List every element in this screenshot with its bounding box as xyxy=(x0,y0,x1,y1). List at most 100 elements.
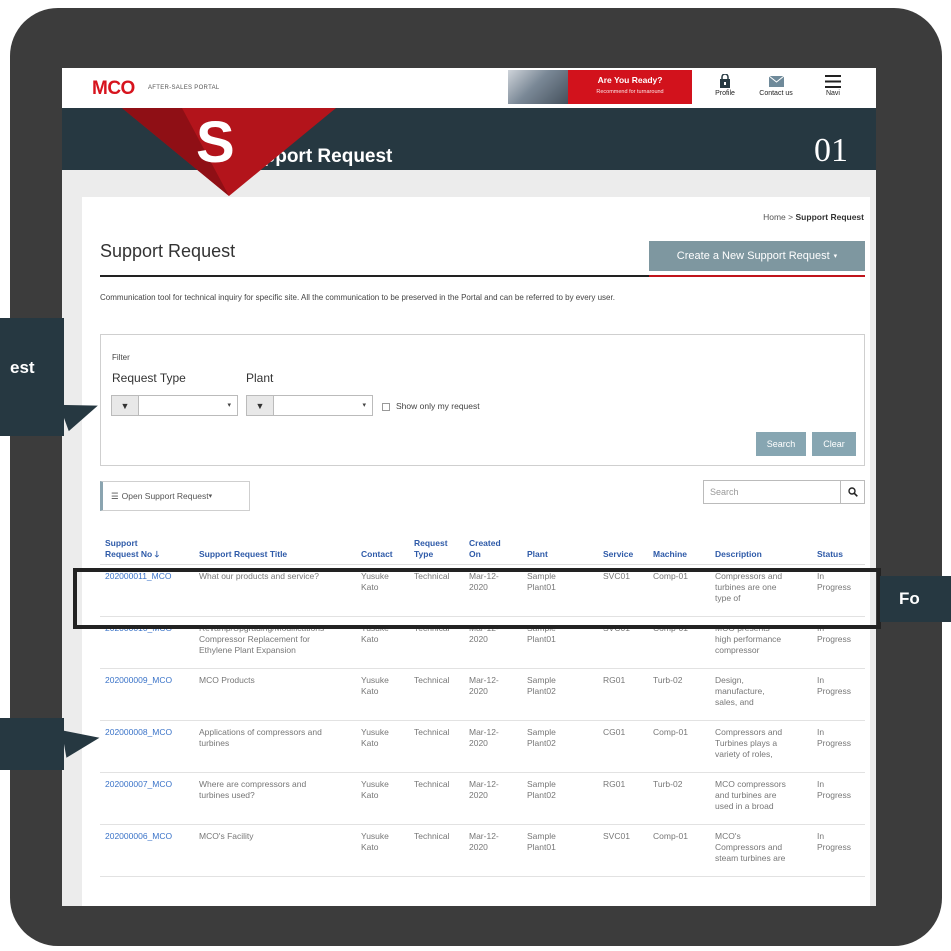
logo[interactable]: MCO xyxy=(92,78,135,100)
table-row[interactable]: 202000008_MCO Applications of compressors… xyxy=(100,720,865,773)
request-no-link[interactable]: 202000007_MCO xyxy=(100,772,194,825)
logo-subtitle: AFTER-SALES PORTAL xyxy=(148,85,220,91)
column-request-no[interactable]: Support Request No 🡓 xyxy=(100,530,194,565)
main-panel: Home > Support Request Support Request C… xyxy=(82,197,870,906)
contact: Yusuke Kato xyxy=(356,824,409,877)
title-divider xyxy=(100,275,865,277)
request-no-link-text: 202000006_MCO xyxy=(105,830,173,841)
request-no-link-text: 202000008_MCO xyxy=(105,726,173,737)
sort-down-icon: 🡓 xyxy=(154,548,160,559)
plant-text: Plant02 xyxy=(527,685,556,696)
request-type: Technical xyxy=(409,824,464,877)
callout-text: Fo xyxy=(899,589,920,608)
column-plant[interactable]: Plant xyxy=(522,530,598,565)
request-title-text: turbines xyxy=(199,737,230,748)
column-machine[interactable]: Machine xyxy=(648,530,710,565)
description-text: steam turbines are xyxy=(715,852,786,863)
breadcrumb-home[interactable]: Home xyxy=(763,212,786,222)
plant: Sample Plant02 xyxy=(522,668,598,721)
created-on-text: Mar-12- xyxy=(469,778,499,789)
column-service[interactable]: Service xyxy=(598,530,648,565)
description-text: and turbines are xyxy=(715,789,777,800)
plant: Sample Plant02 xyxy=(522,772,598,825)
breadcrumb: Home > Support Request xyxy=(763,212,864,222)
status-text: Progress xyxy=(817,737,852,748)
contact-button[interactable]: Contact us xyxy=(750,72,802,104)
row-highlight-frame xyxy=(73,568,881,629)
request-type-text: Technical xyxy=(414,726,450,737)
promo-banner[interactable]: Are You Ready? Recommend for turnaround xyxy=(508,70,692,104)
status-text: In xyxy=(817,830,825,841)
description-text: compressor xyxy=(715,644,760,655)
machine-text: Comp-01 xyxy=(653,726,688,737)
request-title-text: Ethylene Plant Expansion xyxy=(199,644,296,655)
description-text: sales, and xyxy=(715,696,754,707)
promo-title: Are You Ready? xyxy=(597,75,663,85)
search-icon[interactable] xyxy=(840,481,864,503)
caret-down-icon: ▾ xyxy=(833,253,838,260)
filter-label: Filter xyxy=(112,353,130,362)
chevron-down-icon: ▾ xyxy=(362,402,366,409)
request-no-link[interactable]: 202000009_MCO xyxy=(100,668,194,721)
description-text: Turbines plays a xyxy=(715,737,778,748)
plant-text: Sample xyxy=(527,778,556,789)
status-text: Progress xyxy=(817,685,852,696)
column-status[interactable]: Status xyxy=(812,530,865,565)
header-text: Type xyxy=(414,548,434,559)
service: CG01 xyxy=(598,720,648,773)
column-request-type[interactable]: Request Type xyxy=(409,530,464,565)
request-type: Technical xyxy=(409,772,464,825)
search-button[interactable]: Search xyxy=(756,432,806,456)
column-description[interactable]: Description xyxy=(710,530,812,565)
service-text: CG01 xyxy=(603,726,626,737)
request-type-text: Technical xyxy=(414,674,450,685)
open-request-dropdown[interactable]: ☰ Open Support Request ▾ xyxy=(100,481,250,511)
service-text: SVC01 xyxy=(603,830,630,841)
request-type: Technical xyxy=(409,720,464,773)
profile-button[interactable]: Profile xyxy=(702,72,748,104)
create-request-button[interactable]: Create a New Support Request ▾ xyxy=(649,241,865,271)
status-text: In xyxy=(817,674,825,685)
filter-panel: Filter Request Type Plant ▼ ▾ ▼ ▾ Show o… xyxy=(100,334,865,466)
header-text: Request xyxy=(414,538,448,549)
request-no-link[interactable]: 202000008_MCO xyxy=(100,720,194,773)
show-mine-checkbox[interactable] xyxy=(382,403,390,411)
contact-text: Yusuke xyxy=(361,778,389,789)
table-header-row: Support Request No 🡓 Support Request Titl… xyxy=(100,530,865,565)
description-text: MCO compressors xyxy=(715,778,786,789)
chevron-down-icon: ▾ xyxy=(227,402,231,409)
plant-label: Plant xyxy=(246,371,274,385)
created-on: Mar-12- 2020 xyxy=(464,772,522,825)
callout-left-top: est xyxy=(0,318,64,436)
column-contact[interactable]: Contact xyxy=(356,530,409,565)
column-title[interactable]: Support Request Title xyxy=(194,530,356,565)
created-on-text: Mar-12- xyxy=(469,830,499,841)
created-on-text: Mar-12- xyxy=(469,726,499,737)
service-text: RG01 xyxy=(603,778,626,789)
table-search-input[interactable]: Search xyxy=(703,480,865,504)
plant-text: Sample xyxy=(527,830,556,841)
column-created-on[interactable]: Created On xyxy=(464,530,522,565)
table-row[interactable]: 202000006_MCO MCO's Facility Yusuke Kato Tec… xyxy=(100,824,865,877)
table-row[interactable]: 202000009_MCO MCO Products Yusuke Kato Techn… xyxy=(100,668,865,721)
description: Design, manufacture, sales, and xyxy=(710,668,812,721)
plant-select[interactable]: ▼ ▾ xyxy=(246,395,373,416)
status-text: Progress xyxy=(817,789,852,800)
promo-subtitle: Recommend for turnaround xyxy=(596,89,664,95)
request-type-select[interactable]: ▼ ▾ xyxy=(111,395,238,416)
contact-text: Kato xyxy=(361,685,379,696)
plant-text: Sample xyxy=(527,726,556,737)
navi-button[interactable]: Navi xyxy=(810,72,856,104)
table-row[interactable]: 202000007_MCO Where are compressors and tu… xyxy=(100,772,865,825)
header-text: On xyxy=(469,548,481,559)
request-title-text: MCO's Facility xyxy=(199,830,254,841)
clear-button[interactable]: Clear xyxy=(812,432,856,456)
service-text: RG01 xyxy=(603,674,626,685)
plant-text: Plant02 xyxy=(527,789,556,800)
plant-text: Plant01 xyxy=(527,841,556,852)
filter-funnel-icon: ▼ xyxy=(247,396,274,415)
status-text: In xyxy=(817,778,825,789)
plant-text: Sample xyxy=(527,674,556,685)
request-no-link[interactable]: 202000006_MCO xyxy=(100,824,194,877)
created-on-text: 2020 xyxy=(469,841,488,852)
